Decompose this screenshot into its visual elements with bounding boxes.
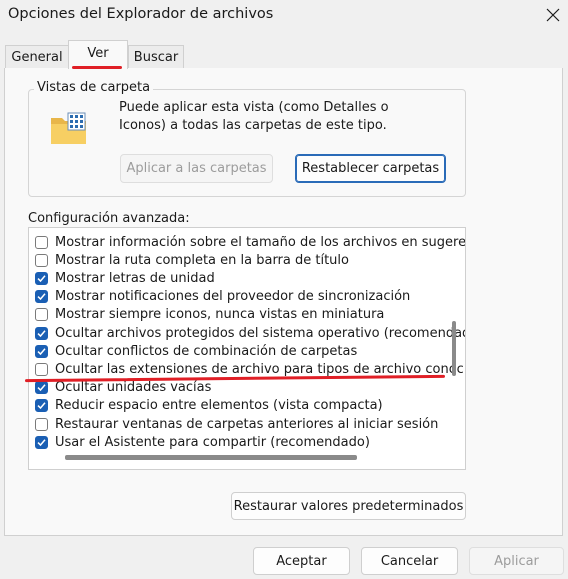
checkbox-checked[interactable] [35,399,48,413]
tab-ver[interactable]: Ver [68,40,128,69]
tab-general[interactable]: General [5,45,69,68]
folder-views-legend: Vistas de carpeta [34,80,154,95]
checkbox-checked[interactable] [35,435,48,449]
setting-label: Ocultar conflictos de combinación de car… [55,343,358,359]
tab-general-label: General [11,49,63,65]
setting-row[interactable]: Ocultar conflictos de combinación de car… [35,342,357,360]
checkmark-icon [37,275,46,282]
setting-row[interactable]: Reducir espacio entre elementos (vista c… [35,397,383,415]
advanced-settings-list[interactable]: Mostrar información sobre el tamaño de l… [28,227,466,470]
checkmark-icon [37,384,46,392]
setting-row[interactable]: Mostrar siempre iconos, nunca vistas en … [35,306,384,324]
setting-label: Mostrar la ruta completa en la barra de … [55,252,349,268]
ok-label: Aceptar [276,553,327,569]
setting-label: Mostrar notificaciones del proveedor de … [55,289,411,305]
setting-label: Mostrar información sobre el tamaño de l… [55,234,466,250]
apply-to-folders-button[interactable]: Aplicar a las carpetas [120,154,273,183]
setting-label: Ocultar archivos protegidos del sistema … [55,325,466,341]
tab-buscar[interactable]: Buscar [128,45,184,68]
reset-folders-button[interactable]: Restablecer carpetas [295,154,446,183]
cancel-button[interactable]: Cancelar [361,547,458,575]
tab-buscar-label: Buscar [133,49,179,65]
checkbox-unchecked[interactable] [35,253,48,267]
cancel-label: Cancelar [380,553,439,569]
setting-label: Restaurar ventanas de carpetas anteriore… [55,416,439,432]
checkbox-checked[interactable] [35,381,48,395]
advanced-settings-label: Configuración avanzada: [28,211,190,226]
setting-label: Mostrar siempre iconos, nunca vistas en … [55,307,385,323]
checkbox-unchecked[interactable] [35,235,48,249]
tab-ver-label: Ver [87,45,109,61]
setting-row[interactable]: Mostrar notificaciones del proveedor de … [35,288,410,306]
checkbox-checked[interactable] [35,290,48,304]
horizontal-scrollbar-thumb[interactable] [65,455,357,460]
folder-views-description: Puede aplicar esta vista (como Detalles … [119,100,389,133]
vertical-scrollbar-thumb[interactable] [452,321,456,376]
checkbox-checked[interactable] [35,344,48,358]
checkmark-icon [37,293,46,301]
checkmark-icon [37,402,46,410]
setting-row[interactable]: Mostrar la ruta completa en la barra de … [35,251,349,269]
red-underline-annotation [72,66,122,69]
checkmark-icon [37,438,46,446]
setting-label: Mostrar letras de unidad [55,270,215,286]
setting-label: Reducir espacio entre elementos (vista c… [55,398,383,414]
folder-view-icon [50,112,88,149]
checkmark-icon [37,347,46,355]
checkmark-icon [37,329,46,337]
apply-button[interactable]: Aplicar [469,547,564,575]
close-icon [546,8,560,22]
close-button[interactable] [538,0,568,30]
checkbox-unchecked[interactable] [35,362,48,376]
restore-defaults-button[interactable]: Restaurar valores predeterminados [231,492,466,520]
restore-defaults-label: Restaurar valores predeterminados [233,498,464,514]
apply-to-folders-label: Aplicar a las carpetas [126,161,267,176]
checkbox-unchecked[interactable] [35,308,48,322]
window-title: Opciones del Explorador de archivos [8,6,274,22]
apply-label: Aplicar [494,553,539,569]
setting-row[interactable]: Usar el Asistente para compartir (recome… [35,433,370,451]
reset-folders-label: Restablecer carpetas [301,161,440,176]
checkbox-checked[interactable] [35,326,48,340]
setting-label: Usar el Asistente para compartir (recome… [55,434,370,450]
setting-row[interactable]: Restaurar ventanas de carpetas anteriore… [35,415,438,433]
checkbox-unchecked[interactable] [35,417,48,431]
setting-row[interactable]: Ocultar archivos protegidos del sistema … [35,324,466,342]
ok-button[interactable]: Aceptar [253,547,350,575]
checkbox-checked[interactable] [35,271,48,285]
setting-row[interactable]: Mostrar letras de unidad [35,269,215,287]
setting-row[interactable]: Mostrar información sobre el tamaño de l… [35,233,466,251]
setting-label: Ocultar unidades vacías [55,380,212,396]
